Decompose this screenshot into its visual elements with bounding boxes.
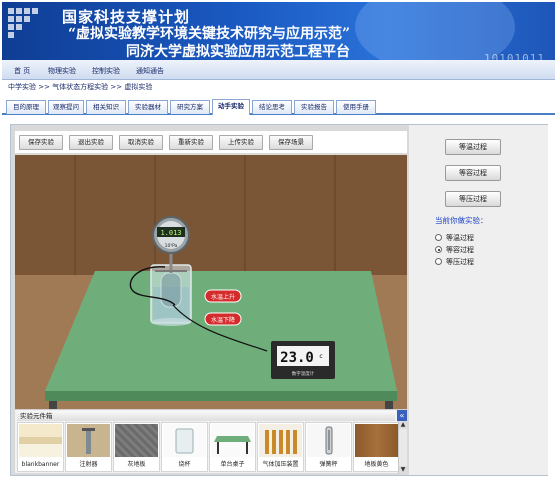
- thermometer-label: 数字温度计: [292, 370, 315, 377]
- table-icon: [211, 424, 254, 457]
- component-label: 气体加压装置: [262, 461, 299, 468]
- spring-scale-icon: [307, 424, 350, 457]
- digital-thermometer[interactable]: 23.0 c 数字温度计: [271, 341, 335, 379]
- component-library-scrollbar[interactable]: ▲ ▼: [398, 421, 407, 474]
- nav-home[interactable]: 首 页: [14, 66, 30, 76]
- exit-experiment-button[interactable]: 退出实验: [69, 135, 113, 150]
- save-experiment-button[interactable]: 保存实验: [19, 135, 63, 150]
- current-experiment-label: 当前你做实验：: [435, 216, 488, 225]
- component-label: 单台桌子: [220, 461, 245, 468]
- banner-title-line3: 同济大学虚拟实验应用示范工程平台: [126, 44, 350, 60]
- svg-text:水温上升: 水温上升: [211, 293, 235, 301]
- radio-isochoric[interactable]: 等容过程: [435, 245, 474, 255]
- component-label: 地板黄色: [364, 461, 389, 468]
- tab-conclusion[interactable]: 结论思考: [252, 100, 292, 114]
- component-item-blankbanner[interactable]: blankbanner: [17, 422, 64, 472]
- tab-bar: 目的原理 观察提问 相关知识 实验器材 研究方案 动手实验 结论思考 实验报告 …: [2, 99, 555, 115]
- temp-down-button[interactable]: 水温下降: [204, 312, 242, 326]
- banner-binary-decoration: 10101011: [484, 52, 545, 60]
- component-label: 灰地板: [127, 461, 146, 468]
- tab-purpose[interactable]: 目的原理: [6, 100, 46, 114]
- nav-control[interactable]: 控制实验: [92, 66, 120, 76]
- save-scene-button[interactable]: 保存场景: [269, 135, 313, 150]
- scroll-up-icon[interactable]: ▲: [399, 421, 407, 429]
- isothermal-process-button[interactable]: 等温过程: [445, 139, 501, 155]
- gas-pressurizer-icon: [259, 424, 302, 457]
- radio-button-icon[interactable]: [435, 234, 442, 241]
- gauge-value: 1.013: [160, 229, 181, 237]
- component-label: 烧杯: [178, 461, 191, 468]
- component-item-syringe[interactable]: 注射器: [65, 422, 112, 472]
- isobaric-process-button[interactable]: 等压过程: [445, 191, 501, 207]
- breadcrumb: 中学实验 >> 气体状态方程实验 >> 虚拟实验: [8, 83, 153, 91]
- temp-up-button[interactable]: 水温上升: [204, 289, 242, 303]
- nav-notice[interactable]: 通知通告: [136, 66, 164, 76]
- tab-knowledge[interactable]: 相关知识: [86, 100, 126, 114]
- scroll-down-icon[interactable]: ▼: [399, 466, 407, 474]
- gray-floor-thumb: [115, 424, 158, 457]
- nav-physics[interactable]: 物理实验: [48, 66, 76, 76]
- experiment-toolbar: 保存实验 退出实验 取消实验 重新实验 上传实验 保存场景: [15, 131, 407, 153]
- main-nav: 首 页 物理实验 控制实验 通知通告: [2, 60, 555, 80]
- component-item-spring-scale[interactable]: 弹簧秤: [305, 422, 352, 472]
- svg-text:水温下降: 水温下降: [211, 316, 235, 324]
- banner-title-line2: “虚拟实验教学环境关键技术研究与应用示范”: [68, 26, 351, 42]
- logo-grid-icon: [8, 8, 48, 44]
- component-library: 实验元件箱 « blankbanner 注射器 灰地板 烧杯 单台桌子 气体加压…: [15, 409, 407, 474]
- tab-observe[interactable]: 观察提问: [48, 100, 84, 114]
- component-library-title: 实验元件箱: [17, 411, 395, 421]
- component-item-beaker[interactable]: 烧杯: [161, 422, 208, 472]
- collapse-icon[interactable]: «: [397, 410, 407, 421]
- isochoric-process-button[interactable]: 等容过程: [445, 165, 501, 181]
- restart-experiment-button[interactable]: 重新实验: [169, 135, 213, 150]
- component-label: 注射器: [79, 461, 98, 468]
- radio-button-selected-icon[interactable]: [435, 246, 442, 253]
- yellow-floor-thumb: [355, 424, 398, 457]
- upload-experiment-button[interactable]: 上传实验: [219, 135, 263, 150]
- thermometer-value: 23.0: [280, 350, 314, 366]
- component-item-table[interactable]: 单台桌子: [209, 422, 256, 472]
- tab-equipment[interactable]: 实验器材: [128, 100, 168, 114]
- component-label: 弹簧秤: [319, 461, 338, 468]
- experiment-frame: 保存实验 退出实验 取消实验 重新实验 上传实验 保存场景 1.013 10⁵P…: [10, 124, 548, 476]
- process-panel: 等温过程 等容过程 等压过程 当前你做实验： 等温过程 等容过程 等压过程: [409, 125, 548, 475]
- cancel-experiment-button[interactable]: 取消实验: [119, 135, 163, 150]
- component-item-yellow-floor[interactable]: 地板黄色: [353, 422, 400, 472]
- component-label: blankbanner: [21, 461, 60, 468]
- component-item-gray-floor[interactable]: 灰地板: [113, 422, 160, 472]
- tab-manual[interactable]: 使用手册: [336, 100, 376, 114]
- radio-isothermal[interactable]: 等温过程: [435, 233, 474, 243]
- tab-hands-on[interactable]: 动手实验: [212, 99, 250, 115]
- virtual-lab-scene[interactable]: 1.013 10⁵Pa 水温上升 水温下降 23.0 c 数字温度计: [15, 155, 407, 409]
- header-banner: 国家科技支撑计划 “虚拟实验教学环境关键技术研究与应用示范” 同济大学虚拟实验应…: [2, 2, 555, 60]
- thermometer-unit: c: [319, 353, 322, 360]
- blankbanner-thumb: [19, 424, 62, 457]
- beaker[interactable]: [150, 264, 192, 326]
- radio-isobaric[interactable]: 等压过程: [435, 257, 474, 267]
- pressure-gauge[interactable]: 1.013 10⁵Pa: [152, 216, 190, 254]
- component-item-gas-pressurizer[interactable]: 气体加压装置: [257, 422, 304, 472]
- tab-report[interactable]: 实验报告: [294, 100, 334, 114]
- gauge-unit: 10⁵Pa: [165, 243, 178, 249]
- syringe-icon: [67, 424, 110, 457]
- tab-plan[interactable]: 研究方案: [170, 100, 210, 114]
- beaker-icon: [163, 424, 206, 457]
- radio-button-icon[interactable]: [435, 258, 442, 265]
